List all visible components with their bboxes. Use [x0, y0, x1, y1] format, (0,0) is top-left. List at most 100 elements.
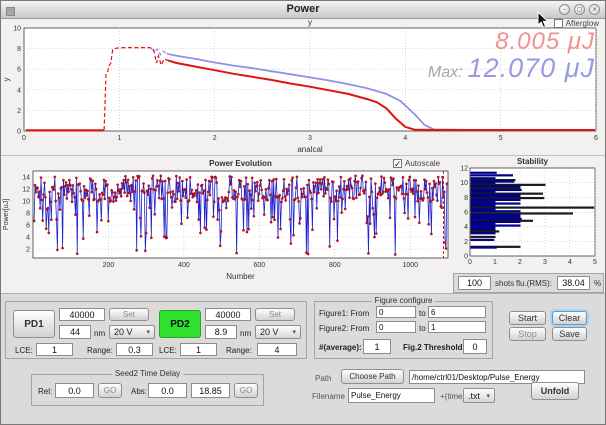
pd1-lce-label: LCE:	[15, 346, 33, 355]
title-bar[interactable]: Power − ▢ ✕	[1, 1, 605, 19]
y-tick-label: 12	[460, 166, 468, 173]
shot-marker	[189, 176, 191, 178]
pd2-lce-input[interactable]	[180, 343, 217, 356]
shot-marker	[106, 184, 108, 186]
autoscale-checkbox-box[interactable]: ✓	[393, 159, 402, 168]
pd1-nm-input[interactable]	[59, 325, 91, 339]
shot-marker	[188, 199, 190, 201]
unfold-button[interactable]: Unfold	[531, 382, 579, 400]
shot-marker	[357, 180, 359, 182]
window-title: Power	[1, 3, 605, 15]
shot-marker	[359, 193, 361, 195]
shot-marker	[56, 249, 58, 251]
y-tick-label: 14	[22, 175, 30, 182]
abs-go-button[interactable]: GO	[234, 383, 258, 398]
shot-marker	[83, 185, 85, 187]
shot-marker	[216, 181, 218, 183]
y-tick-label: 4	[17, 87, 21, 94]
shot-marker	[216, 218, 218, 220]
y-axis-label: Power[uJ]	[3, 199, 10, 230]
pd2-set-button[interactable]: Set	[255, 308, 295, 321]
abs-input[interactable]	[148, 383, 187, 398]
shot-marker	[42, 193, 44, 195]
pd2-range-input[interactable]	[257, 343, 297, 356]
shot-marker	[166, 192, 168, 194]
shot-marker	[227, 200, 229, 202]
rms-input[interactable]	[557, 276, 590, 290]
shot-marker	[152, 175, 154, 177]
shot-marker	[95, 188, 97, 190]
rel-go-button[interactable]: GO	[98, 383, 122, 398]
shot-marker	[229, 183, 231, 185]
abs-total-input[interactable]	[191, 383, 230, 398]
pd2-counts-input[interactable]	[205, 308, 251, 321]
save-button[interactable]: Save	[552, 327, 587, 341]
start-button[interactable]: Start	[509, 311, 546, 325]
pd1-voltage-dropdown[interactable]: 20 V ▾	[109, 325, 155, 339]
current-energy-value: 8.005 μJ	[495, 28, 595, 55]
percent-label: %	[594, 279, 601, 288]
shot-marker	[198, 218, 200, 220]
minimize-icon[interactable]: −	[559, 4, 570, 15]
shot-marker	[429, 200, 431, 202]
shot-marker	[75, 177, 77, 179]
pd1-counts-input[interactable]	[59, 308, 105, 321]
shot-marker	[256, 181, 258, 183]
shots-input[interactable]	[458, 276, 491, 290]
shot-marker	[336, 240, 338, 242]
clear-button[interactable]: Clear	[552, 311, 587, 325]
shot-marker	[380, 175, 382, 177]
shot-marker	[64, 185, 66, 187]
shot-marker	[431, 187, 433, 189]
y-tick-label: 6	[17, 67, 21, 74]
shot-marker	[291, 176, 293, 178]
filename-input[interactable]	[348, 388, 435, 403]
shot-marker	[86, 190, 88, 192]
autoscale-checkbox[interactable]: ✓ Autoscale	[393, 159, 440, 168]
shot-marker	[430, 233, 432, 235]
threshold-input[interactable]	[463, 339, 487, 354]
figure2-from-input[interactable]	[376, 321, 416, 333]
afterglow-checkbox-box[interactable]	[554, 19, 563, 28]
maximize-icon[interactable]: ▢	[574, 4, 585, 15]
rel-input[interactable]	[55, 383, 94, 398]
shot-marker	[122, 187, 124, 189]
pd1-range-input[interactable]	[116, 343, 153, 356]
x-tick-label: 5	[499, 135, 503, 142]
extension-dropdown[interactable]: .txt ▾	[463, 388, 495, 403]
close-icon[interactable]: ✕	[589, 4, 600, 15]
shot-marker	[327, 178, 329, 180]
figure2-to-input[interactable]	[428, 321, 486, 333]
stop-button[interactable]: Stop	[509, 327, 546, 341]
afterglow-checkbox[interactable]: Afterglow	[554, 19, 599, 28]
shots-label: shots	[495, 279, 514, 288]
shot-marker	[174, 200, 176, 202]
shot-marker	[193, 195, 195, 197]
shot-marker	[353, 180, 355, 182]
shot-marker	[119, 188, 121, 190]
pd1-lce-input[interactable]	[36, 343, 73, 356]
shot-marker	[147, 194, 149, 196]
pd1-set-button[interactable]: Set	[109, 308, 149, 321]
figure1-to-input[interactable]	[428, 306, 486, 318]
shot-marker	[110, 199, 112, 201]
shot-marker	[125, 181, 127, 183]
choose-path-button[interactable]: Choose Path	[341, 369, 404, 384]
shot-marker	[400, 185, 402, 187]
shot-marker	[65, 181, 67, 183]
pd2-nm-input[interactable]	[205, 325, 237, 339]
stability-bar	[471, 174, 514, 176]
pd1-button[interactable]: PD1	[13, 310, 55, 338]
shot-marker	[133, 208, 135, 210]
figure1-from-input[interactable]	[376, 306, 416, 318]
shot-marker	[361, 175, 363, 177]
shot-marker	[35, 191, 37, 193]
pd2-button[interactable]: PD2	[159, 310, 201, 338]
pd2-voltage-dropdown[interactable]: 20 V ▾	[255, 325, 301, 339]
shot-marker	[354, 175, 356, 177]
figure1-to-label: to	[419, 309, 426, 318]
average-input[interactable]	[363, 339, 391, 354]
shot-marker	[99, 198, 101, 200]
shot-marker	[434, 182, 436, 184]
y-tick-label: 0	[17, 129, 21, 136]
